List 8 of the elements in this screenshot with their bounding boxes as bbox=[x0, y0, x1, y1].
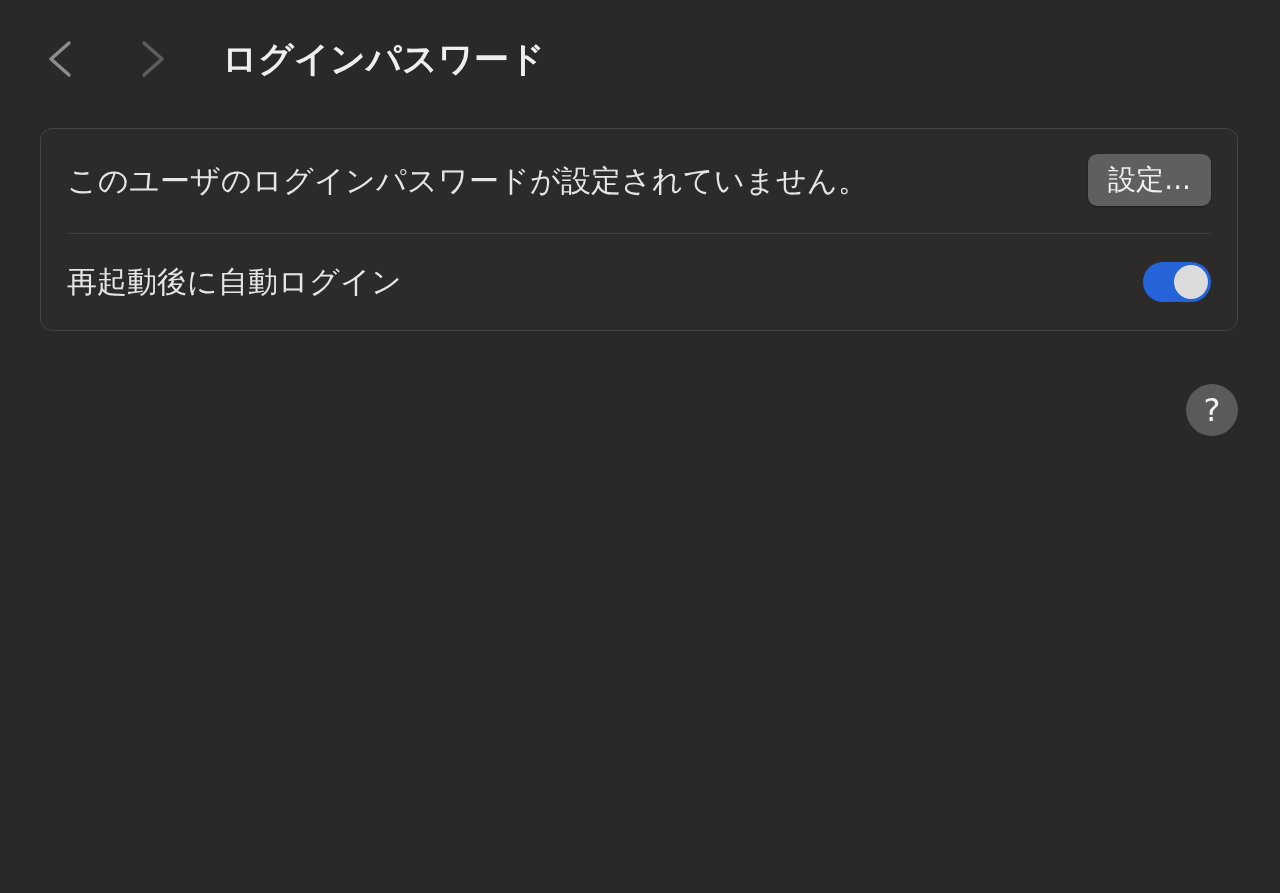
chevron-left-icon bbox=[47, 40, 73, 78]
set-button[interactable]: 設定... bbox=[1088, 153, 1211, 206]
toggle-switch[interactable] bbox=[1143, 262, 1211, 302]
setting-label: このユーザのログインパスワードが設定されていません。 bbox=[67, 161, 868, 200]
page-title: ログインパスワード bbox=[222, 37, 545, 81]
help-button[interactable]: ? bbox=[1186, 384, 1238, 436]
chevron-right-icon bbox=[140, 40, 166, 78]
setting-label: 再起動後に自動ログイン bbox=[67, 262, 402, 301]
